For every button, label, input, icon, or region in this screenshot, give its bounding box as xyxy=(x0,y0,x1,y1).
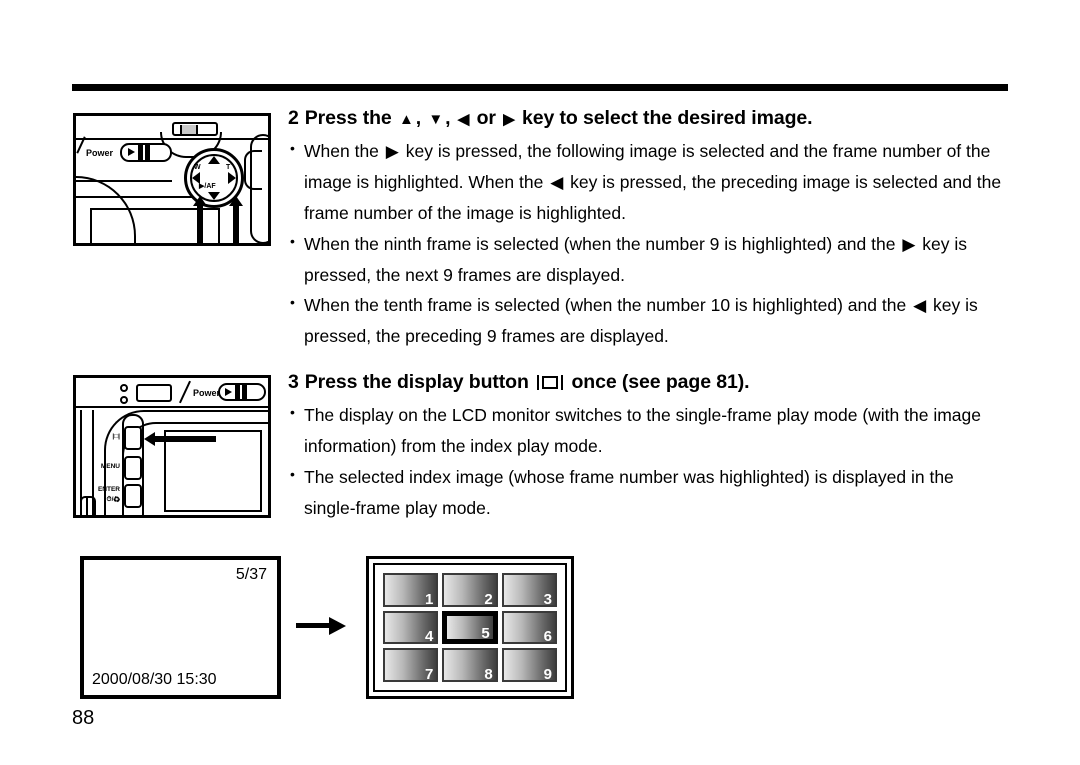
index-thumbnail[interactable]: 8 xyxy=(442,648,498,683)
enter-button xyxy=(124,484,142,508)
pad-up-arrow-icon xyxy=(208,156,220,164)
power-switch-bar xyxy=(235,385,240,399)
index-thumbnail[interactable]: 7 xyxy=(383,648,439,683)
lcd-single-frame-play-illustration: 5/37 2000/08/30 15:30 xyxy=(80,556,281,699)
image-datetime: 2000/08/30 15:30 xyxy=(92,671,217,688)
power-leader-line xyxy=(179,380,191,404)
list-item: When the ninth frame is selected (when t… xyxy=(288,229,1010,291)
index-thumbnail[interactable]: 9 xyxy=(501,648,557,683)
lcd-monitor xyxy=(164,430,262,512)
play-triangle-icon xyxy=(128,148,135,156)
list-item: The display on the LCD monitor switches … xyxy=(288,400,1010,462)
step-3-bullet-list: The display on the LCD monitor switches … xyxy=(288,400,1010,523)
step-3-heading-text-after: once (see page 81). xyxy=(571,371,750,393)
index-thumbnail[interactable]: 4 xyxy=(383,610,439,646)
lcd-index-inner-frame: 1 2 3 4 5 6 7 8 9 xyxy=(373,563,567,692)
pad-af-label: ▶/AF xyxy=(199,183,216,190)
right-arrow-icon: ▶ xyxy=(385,142,399,162)
thumbnail-number: 5 xyxy=(481,625,490,643)
viewfinder xyxy=(136,384,172,402)
enter-button-label: ENTER xyxy=(97,486,120,493)
step-2-heading-text-after: key to select the desired image. xyxy=(521,107,813,129)
pad-wide-label: W xyxy=(194,164,201,171)
bullet-2-text-a: When the ninth frame is selected (when t… xyxy=(304,233,896,254)
thumbnail-number: 1 xyxy=(424,590,434,608)
step-3-block: 3 Press the display button once (see page… xyxy=(288,370,1010,524)
left-arrow-icon: ◀ xyxy=(457,111,470,128)
display-button xyxy=(124,426,142,450)
pad-down-arrow-icon xyxy=(208,192,220,200)
pad-right-arrow-icon xyxy=(228,172,236,184)
frame-counter: 5/37 xyxy=(235,566,267,583)
heading-comma-2: , xyxy=(445,107,451,129)
index-thumbnail[interactable]: 1 xyxy=(383,573,439,608)
thumbnail-number: 6 xyxy=(543,628,552,646)
play-triangle-icon xyxy=(225,388,232,396)
camera-top-edge-line xyxy=(76,406,268,408)
list-item: The selected index image (whose frame nu… xyxy=(288,462,1010,524)
menu-button-label: MENU xyxy=(100,463,120,470)
menu-button xyxy=(124,456,142,480)
index-thumbnail[interactable]: 3 xyxy=(501,573,557,608)
right-arrow-icon: ▶ xyxy=(503,111,515,128)
display-button-icon xyxy=(537,375,564,390)
right-arrow-icon: ▶ xyxy=(902,234,916,254)
step-2-bullet-list: When the ▶ key is pressed, the following… xyxy=(288,136,1010,352)
list-item: When the ▶ key is pressed, the following… xyxy=(288,136,1010,228)
camera-top-view-illustration: Power W T ▶/AF xyxy=(73,113,271,246)
step-2-heading: 2 Press the ▲, ▼, ◀ or ▶ key to select th… xyxy=(288,106,1010,130)
indicator-lamp-icon xyxy=(120,384,128,392)
step-3-heading-text-before: Press the display button xyxy=(304,371,529,393)
page-number: 88 xyxy=(72,707,95,729)
thumbnail-number: 3 xyxy=(543,590,552,608)
index-thumbnail[interactable]: 2 xyxy=(442,573,498,608)
power-switch-bar xyxy=(145,145,150,160)
left-arrow-icon: ◀ xyxy=(913,296,927,316)
bullet-3-text-a: When the tenth frame is selected (when t… xyxy=(304,295,877,316)
step-2-block: 2 Press the ▲, ▼, ◀ or ▶ key to select th… xyxy=(288,106,1010,352)
power-switch-bar xyxy=(242,385,247,399)
heading-comma-1: , xyxy=(415,107,422,129)
header-rule xyxy=(72,84,1008,91)
step-2-number: 2 xyxy=(288,107,299,129)
down-arrow-icon: ▼ xyxy=(428,111,444,128)
bullet-1-lead: When the xyxy=(304,141,379,162)
up-arrow-icon: ▲ xyxy=(398,111,414,128)
left-arrow-icon: ◀ xyxy=(550,173,564,193)
indicator-lamp-icon xyxy=(120,396,128,404)
camera-back-view-illustration: Power |□| MENU ENTER ⏱/♻ xyxy=(73,375,271,518)
heading-or: or xyxy=(476,107,496,129)
step-2-heading-text-before: Press the xyxy=(304,107,392,129)
index-thumbnail-grid: 1 2 3 4 5 6 7 8 9 xyxy=(383,573,557,682)
display-button-label: |□| xyxy=(112,433,120,440)
list-item: When the tenth frame is selected (when t… xyxy=(288,290,1010,352)
step-3-heading: 3 Press the display button once (see page… xyxy=(288,370,1010,394)
step-3-number: 3 xyxy=(288,371,299,393)
thumbnail-number: 2 xyxy=(484,590,493,608)
shutter-button-inner xyxy=(180,125,198,134)
power-switch-bar xyxy=(138,145,143,160)
thumbnail-number: 7 xyxy=(424,666,434,683)
bullet-3-lead: the xyxy=(881,295,907,316)
enter-button-sublabel: ⏱/♻ xyxy=(106,496,120,503)
camera-grip-detail xyxy=(244,150,262,190)
thumbnail-number: 9 xyxy=(543,666,552,683)
index-thumbnail[interactable]: 5 xyxy=(442,610,498,645)
pad-tele-label: T xyxy=(226,164,231,171)
index-thumbnail[interactable]: 6 xyxy=(501,610,557,646)
thumbnail-number: 4 xyxy=(424,628,434,646)
thumbnail-number: 8 xyxy=(484,666,493,683)
power-switch-label: Power xyxy=(193,388,221,398)
lcd-index-play-illustration: 1 2 3 4 5 6 7 8 9 xyxy=(366,556,574,699)
power-switch-label: Power xyxy=(86,148,114,158)
